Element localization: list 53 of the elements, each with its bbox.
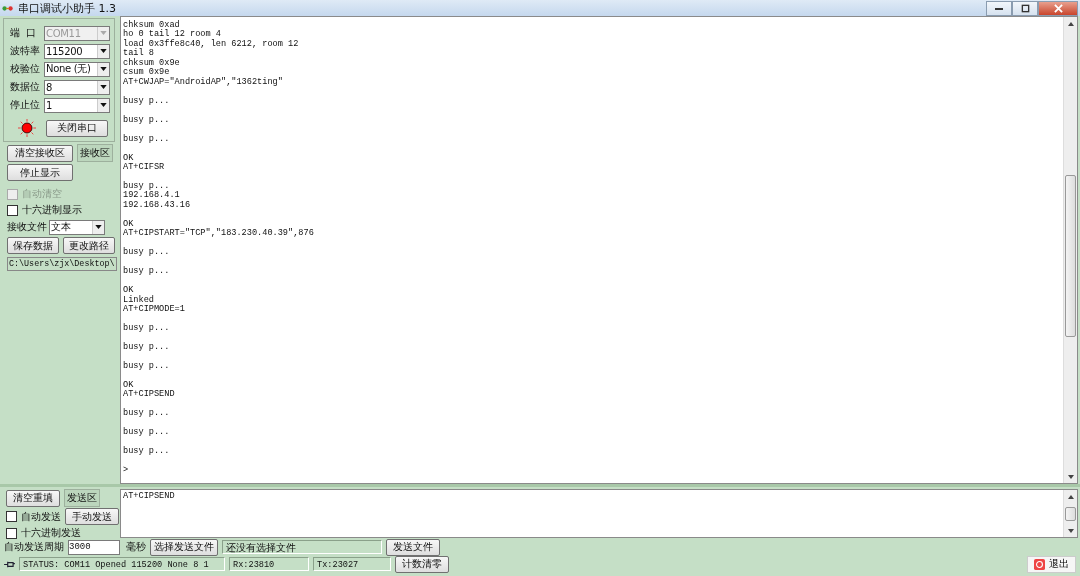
clear-send-button[interactable]: 清空重填 <box>6 489 60 507</box>
change-path-button[interactable]: 更改路径 <box>63 237 115 254</box>
reset-count-button[interactable]: 计数清零 <box>395 555 449 573</box>
scroll-thumb[interactable] <box>1065 175 1076 337</box>
minimize-icon[interactable] <box>994 5 1004 11</box>
clear-receive-button[interactable]: 清空接收区 <box>7 144 73 162</box>
setting-dropdown[interactable]: 1 <box>44 97 110 113</box>
maximize-button[interactable] <box>1012 0 1038 16</box>
exit-button[interactable]: 退出 <box>1027 555 1076 573</box>
setting-dropdown[interactable]: 8 <box>44 79 110 95</box>
maximize-icon[interactable] <box>1020 3 1030 13</box>
send-file-button[interactable]: 发送文件 <box>386 538 440 556</box>
status-field: STATUS: COM11 Opened 115200 None 8 1 <box>19 557 225 571</box>
exit-icon[interactable] <box>1034 558 1045 570</box>
stop-display-button[interactable]: 停止显示 <box>7 164 73 181</box>
close-button[interactable] <box>1038 0 1078 16</box>
setting-label: 波特率 <box>10 44 41 58</box>
pin-icon <box>4 559 15 569</box>
close-port-button[interactable]: 关闭串口 <box>46 119 108 137</box>
rx-counter: Rx:23810 <box>229 557 309 571</box>
minimize-button[interactable] <box>986 0 1012 16</box>
receive-file-label: 接收文件 <box>7 220 47 234</box>
setting-label: 数据位 <box>10 80 41 94</box>
save-path-field: C:\Users\zjx\Desktop\ <box>7 257 117 271</box>
receive-area-label: 接收区 <box>77 144 113 162</box>
tx-counter: Tx:23027 <box>313 557 391 571</box>
setting-label: 校验位 <box>10 62 41 76</box>
choose-file-button[interactable]: 选择发送文件 <box>150 538 218 556</box>
scroll-thumb[interactable] <box>1065 507 1076 521</box>
setting-label: 停止位 <box>10 98 41 112</box>
checkbox-label: 十六进制发送 <box>21 526 81 540</box>
receive-file-dropdown[interactable]: 文本 <box>49 219 105 235</box>
auto-send-period-label: 自动发送周期 <box>4 540 64 554</box>
checkbox[interactable] <box>7 204 18 216</box>
checkbox-label: 自动发送 <box>21 509 61 524</box>
window-title: 串口调试小助手 1.3 <box>18 0 116 16</box>
setting-label: 端 口 <box>10 26 38 40</box>
checkbox-label: 自动清空 <box>22 187 62 201</box>
send-text-field[interactable]: AT+CIPSEND <box>120 489 1078 538</box>
send-area-label: 发送区 <box>64 489 100 507</box>
file-status-field: 还没有选择文件 <box>222 540 382 554</box>
milliseconds-label: 毫秒 <box>126 540 146 554</box>
setting-dropdown[interactable]: None (无) <box>44 61 110 77</box>
receive-log: chksum 0xad ho 0 tail 12 room 4 load 0x3ffe8c40, len 6212, room 12 tail 8 chksum 0x9e csum 0x9e AT+CWJAP="AndroidAP","1362ting" busy p... busy p... busy p... OK AT+CIFSR busy p... 192.168.4.1 192.168.43.16 OK AT+CIPSTART="TCP","183.230.40.39",876 busy p... busy p... OK Linked AT+CIPMODE=1 busy p... busy p... busy p... OK AT+CIPSEND busy p... busy p... busy p... > <box>122 19 315 478</box>
checkbox[interactable] <box>6 511 17 522</box>
checkbox[interactable] <box>6 527 17 539</box>
manual-send-button[interactable]: 手动发送 <box>65 508 119 525</box>
scrollbar[interactable] <box>1063 17 1077 483</box>
save-data-button[interactable]: 保存数据 <box>7 237 59 254</box>
period-input[interactable]: 3000 <box>68 539 120 555</box>
setting-dropdown[interactable]: 115200 <box>44 43 110 59</box>
close-icon[interactable] <box>1053 3 1063 13</box>
checkbox-label: 十六进制显示 <box>22 203 82 217</box>
